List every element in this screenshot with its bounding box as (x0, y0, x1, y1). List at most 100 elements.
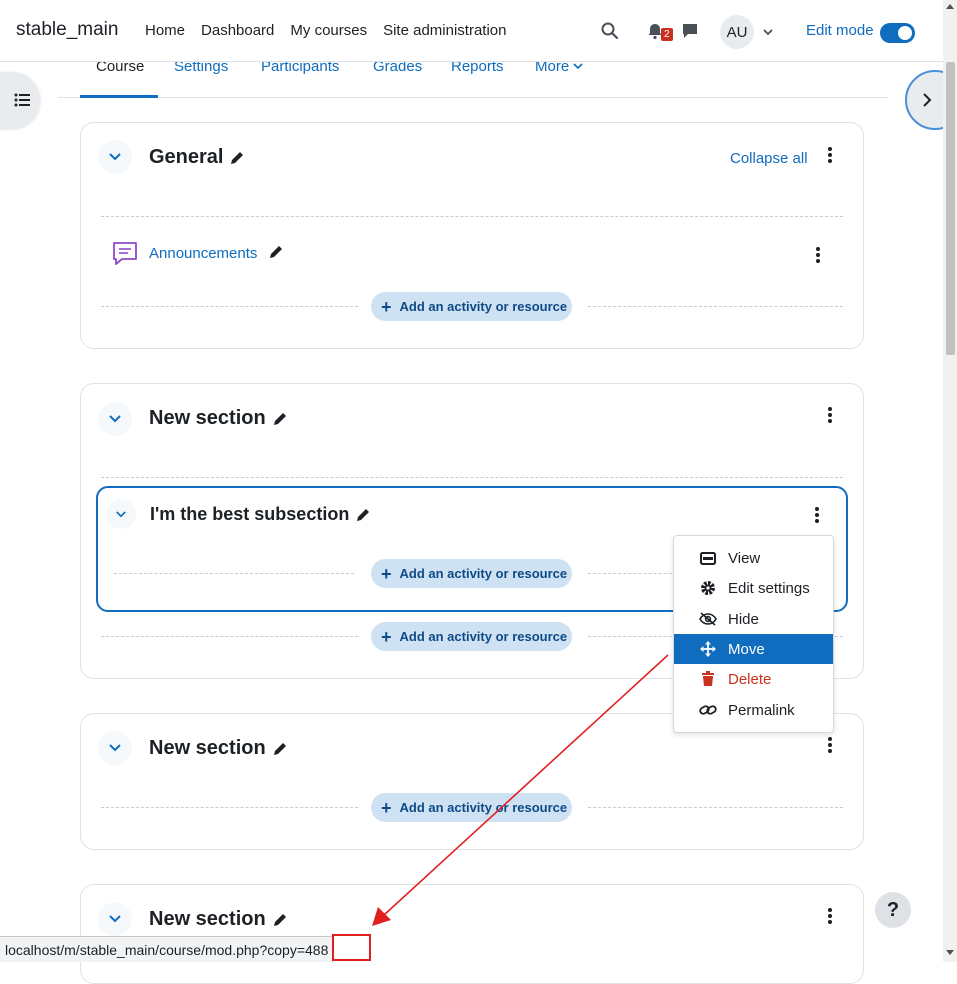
add-divider-left (114, 573, 354, 574)
menu-item-label: View (728, 549, 761, 567)
add-divider-left (101, 306, 358, 307)
menu-item-label: Hide (728, 610, 759, 628)
section-title[interactable]: New section (149, 908, 288, 931)
section-actions-kebab-icon[interactable] (827, 406, 833, 424)
pencil-icon[interactable] (272, 912, 288, 928)
search-icon[interactable] (599, 20, 621, 42)
subsection-title-text: I'm the best subsection (150, 504, 350, 524)
section-title[interactable]: New section (149, 737, 288, 760)
subsection-actions-kebab-icon[interactable] (814, 506, 820, 524)
chevron-down-icon (109, 744, 121, 752)
add-activity-button[interactable]: + Add an activity or resource (371, 559, 572, 588)
add-activity-label: Add an activity or resource (399, 629, 568, 644)
edit-mode-label[interactable]: Edit mode (806, 22, 874, 39)
section-divider (101, 216, 843, 217)
section-new-section (80, 713, 864, 850)
scroll-down-icon[interactable] (945, 948, 955, 956)
chevron-down-icon (109, 915, 121, 923)
nav-site-administration[interactable]: Site administration (383, 22, 506, 39)
chevron-down-icon[interactable] (762, 25, 774, 43)
pencil-icon[interactable] (229, 150, 245, 166)
menu-item-hide[interactable]: Hide (674, 604, 833, 634)
plus-icon: + (381, 296, 392, 317)
add-activity-button[interactable]: + Add an activity or resource (371, 793, 572, 822)
plus-icon: + (381, 626, 392, 647)
menu-item-delete[interactable]: Delete (674, 664, 833, 694)
plus-icon: + (381, 797, 392, 818)
subsection-collapse-toggle[interactable] (106, 499, 136, 529)
menu-item-move[interactable]: Move (674, 634, 833, 664)
section-divider (101, 477, 843, 478)
add-activity-button[interactable]: + Add an activity or resource (371, 622, 572, 651)
chevron-right-icon (923, 93, 932, 107)
section-title-text: General (149, 146, 224, 168)
site-brand[interactable]: stable_main (16, 19, 118, 41)
section-collapse-toggle[interactable] (98, 731, 132, 765)
menu-item-label: Edit settings (728, 579, 810, 597)
status-url: localhost/m/stable_main/course/mod.php?c… (5, 941, 329, 958)
chevron-down-icon (116, 510, 126, 517)
add-activity-label: Add an activity or resource (399, 566, 568, 581)
section-title[interactable]: New section (149, 407, 288, 430)
section-actions-kebab-icon[interactable] (827, 146, 833, 164)
annotation-highlight-box (332, 934, 371, 961)
section-actions-kebab-icon[interactable] (827, 907, 833, 925)
section-title[interactable]: General (149, 146, 245, 169)
section-title-text: New section (149, 737, 266, 759)
pencil-icon[interactable] (272, 741, 288, 757)
pencil-icon[interactable] (355, 507, 371, 523)
pencil-icon[interactable] (272, 411, 288, 427)
add-activity-label: Add an activity or resource (399, 800, 568, 815)
chevron-down-icon (109, 415, 121, 423)
gear-icon (698, 579, 718, 597)
view-icon (698, 549, 718, 567)
nav-dashboard[interactable]: Dashboard (201, 22, 274, 39)
add-divider-left (101, 807, 358, 808)
subsection-title[interactable]: I'm the best subsection (150, 504, 371, 525)
section-actions-kebab-icon[interactable] (827, 736, 833, 754)
scrollbar-thumb[interactable] (946, 62, 955, 355)
move-icon (698, 640, 718, 658)
plus-icon: + (381, 563, 392, 584)
add-divider-right (588, 306, 843, 307)
nav-my-courses[interactable]: My courses (290, 22, 367, 39)
add-divider-left (101, 636, 358, 637)
scroll-up-icon[interactable] (945, 3, 955, 11)
notification-badge: 2 (661, 28, 673, 41)
chevron-down-icon (573, 63, 583, 70)
section-title-text: New section (149, 407, 266, 429)
menu-item-label: Delete (728, 670, 772, 688)
section-title-text: New section (149, 908, 266, 930)
add-divider-right (588, 807, 843, 808)
section-collapse-toggle[interactable] (98, 402, 132, 436)
pencil-icon[interactable] (268, 244, 284, 260)
course-index-toggle[interactable] (0, 72, 40, 128)
menu-item-label: Move (728, 640, 765, 658)
section-new-section (80, 884, 864, 984)
browser-status-bar: localhost/m/stable_main/course/mod.php?c… (0, 936, 334, 962)
forum-icon (113, 242, 137, 265)
menu-item-label: Permalink (728, 701, 795, 719)
menu-item-view[interactable]: View (674, 543, 833, 573)
add-activity-label: Add an activity or resource (399, 299, 568, 314)
user-avatar[interactable]: AU (720, 15, 754, 49)
link-icon (698, 701, 718, 719)
menu-item-permalink[interactable]: Permalink (674, 695, 833, 725)
add-activity-button[interactable]: + Add an activity or resource (371, 292, 572, 321)
top-navbar: stable_main Home Dashboard My courses Si… (0, 0, 943, 62)
section-collapse-toggle[interactable] (98, 902, 132, 936)
nav-home[interactable]: Home (145, 22, 185, 39)
list-icon (14, 93, 30, 107)
section-collapse-toggle[interactable] (98, 140, 132, 174)
subsection-action-menu: View Edit settings Hide Move Delete Perm… (673, 535, 834, 733)
activity-actions-kebab-icon[interactable] (815, 246, 821, 264)
chat-icon[interactable] (679, 20, 701, 42)
chevron-down-icon (109, 153, 121, 161)
help-button[interactable]: ? (875, 892, 911, 928)
collapse-all-link[interactable]: Collapse all (730, 150, 808, 167)
edit-mode-toggle[interactable] (880, 23, 915, 43)
activity-link-announcements[interactable]: Announcements (149, 245, 257, 262)
eye-slash-icon (698, 610, 718, 628)
menu-item-edit-settings[interactable]: Edit settings (674, 573, 833, 603)
primary-navigation: Home Dashboard My courses Site administr… (145, 22, 523, 39)
